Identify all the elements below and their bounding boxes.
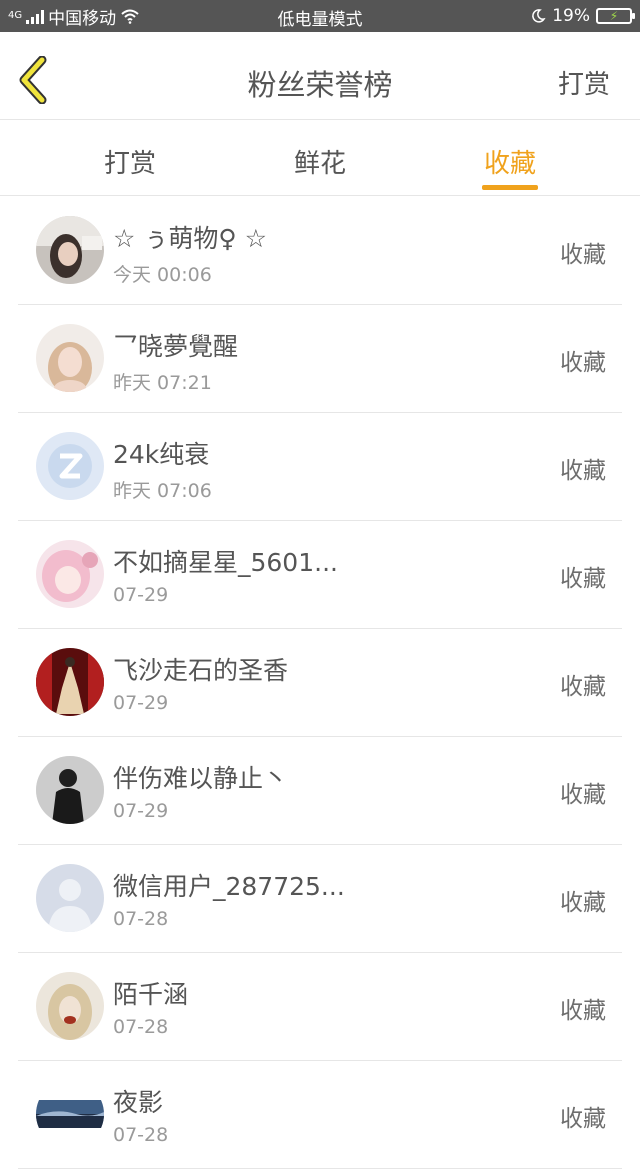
list-item[interactable]: 不如摘星星_5601... 07-29 收藏: [18, 521, 622, 629]
timestamp: 07-29: [113, 584, 169, 606]
list-item[interactable]: 乛晓夢覺醒 昨天 07:21 收藏: [18, 305, 622, 413]
user-photo-icon: [36, 756, 104, 824]
user-name: 24k纯衰: [113, 440, 210, 469]
timestamp: 07-28: [113, 1124, 169, 1146]
favorite-label: 收藏: [560, 242, 606, 268]
avatar: [36, 540, 104, 608]
qq-default-avatar-icon: [36, 432, 104, 500]
timestamp: 07-28: [113, 908, 169, 930]
timestamp: 07-29: [113, 800, 169, 822]
battery-icon: ⚡: [596, 8, 635, 24]
page-title: 粉丝荣誉榜: [247, 68, 393, 102]
favorite-label: 收藏: [560, 350, 606, 376]
avatar: [36, 324, 104, 392]
avatar: [36, 756, 104, 824]
list-item[interactable]: 微信用户_287725... 07-28 收藏: [18, 845, 622, 953]
avatar: [36, 432, 104, 500]
user-photo-icon: [36, 972, 104, 1040]
list-item[interactable]: 24k纯衰 昨天 07:06 收藏: [18, 413, 622, 521]
user-photo-icon: [36, 648, 104, 716]
user-name: ☆ ぅ萌物♀ ☆: [113, 224, 268, 253]
avatar: [36, 648, 104, 716]
moon-icon: [532, 9, 546, 23]
status-bar: 4G 中国移动 低电量模式 19% ⚡: [0, 0, 640, 32]
list-item[interactable]: 夜影 07-28 收藏: [18, 1061, 622, 1169]
battery-percent: 19%: [552, 6, 590, 26]
list-item[interactable]: 飞沙走石的圣香 07-29 收藏: [18, 629, 622, 737]
favorite-label: 收藏: [560, 674, 606, 700]
wifi-icon: [121, 9, 139, 24]
favorite-label: 收藏: [560, 890, 606, 916]
list-item[interactable]: 陌千涵 07-28 收藏: [18, 953, 622, 1061]
status-left: 4G 中国移动: [8, 0, 140, 32]
favorite-label: 收藏: [560, 1106, 606, 1132]
tab-reward[interactable]: 打赏: [70, 143, 190, 180]
status-right: 19% ⚡: [530, 0, 635, 32]
user-photo-icon: [36, 324, 104, 392]
timestamp: 今天 00:06: [113, 264, 212, 286]
user-name: 飞沙走石的圣香: [113, 656, 289, 685]
fan-list: ☆ ぅ萌物♀ ☆ 今天 00:06 收藏 乛晓夢覺醒 昨天 07:21 收藏 2…: [0, 197, 640, 1169]
list-item[interactable]: 伴伤难以静止丶 07-29 收藏: [18, 737, 622, 845]
timestamp: 07-29: [113, 692, 169, 714]
avatar: [36, 972, 104, 1040]
reward-button[interactable]: 打赏: [558, 64, 610, 101]
tab-bar: 打赏 鲜花 收藏: [0, 121, 640, 196]
network-label: 4G: [8, 10, 23, 21]
tab-flowers[interactable]: 鲜花: [260, 143, 380, 180]
default-user-icon: [36, 864, 104, 932]
user-name: 伴伤难以静止丶: [113, 764, 289, 793]
nav-header: 粉丝荣誉榜 打赏: [0, 32, 640, 120]
list-item[interactable]: ☆ ぅ萌物♀ ☆ 今天 00:06 收藏: [18, 197, 622, 305]
favorite-label: 收藏: [560, 458, 606, 484]
timestamp: 昨天 07:06: [113, 480, 212, 502]
signal-icon: [26, 8, 45, 24]
avatar: [36, 216, 104, 284]
avatar: [36, 864, 104, 932]
user-name: 微信用户_287725...: [113, 872, 345, 901]
favorite-label: 收藏: [560, 998, 606, 1024]
user-name: 陌千涵: [113, 980, 189, 1009]
favorite-label: 收藏: [560, 782, 606, 808]
carrier-label: 中国移动: [48, 8, 117, 29]
timestamp: 07-28: [113, 1016, 169, 1038]
timestamp: 昨天 07:21: [113, 372, 212, 394]
user-name: 不如摘星星_5601...: [113, 548, 338, 577]
tab-favorites[interactable]: 收藏: [450, 143, 570, 180]
active-tab-indicator: [482, 185, 538, 190]
favorite-label: 收藏: [560, 566, 606, 592]
user-name: 乛晓夢覺醒: [113, 332, 239, 361]
user-name: 夜影: [113, 1088, 164, 1117]
user-photo-icon: [36, 216, 104, 284]
charging-icon: ⚡: [609, 9, 619, 23]
user-photo-icon: [36, 540, 104, 608]
